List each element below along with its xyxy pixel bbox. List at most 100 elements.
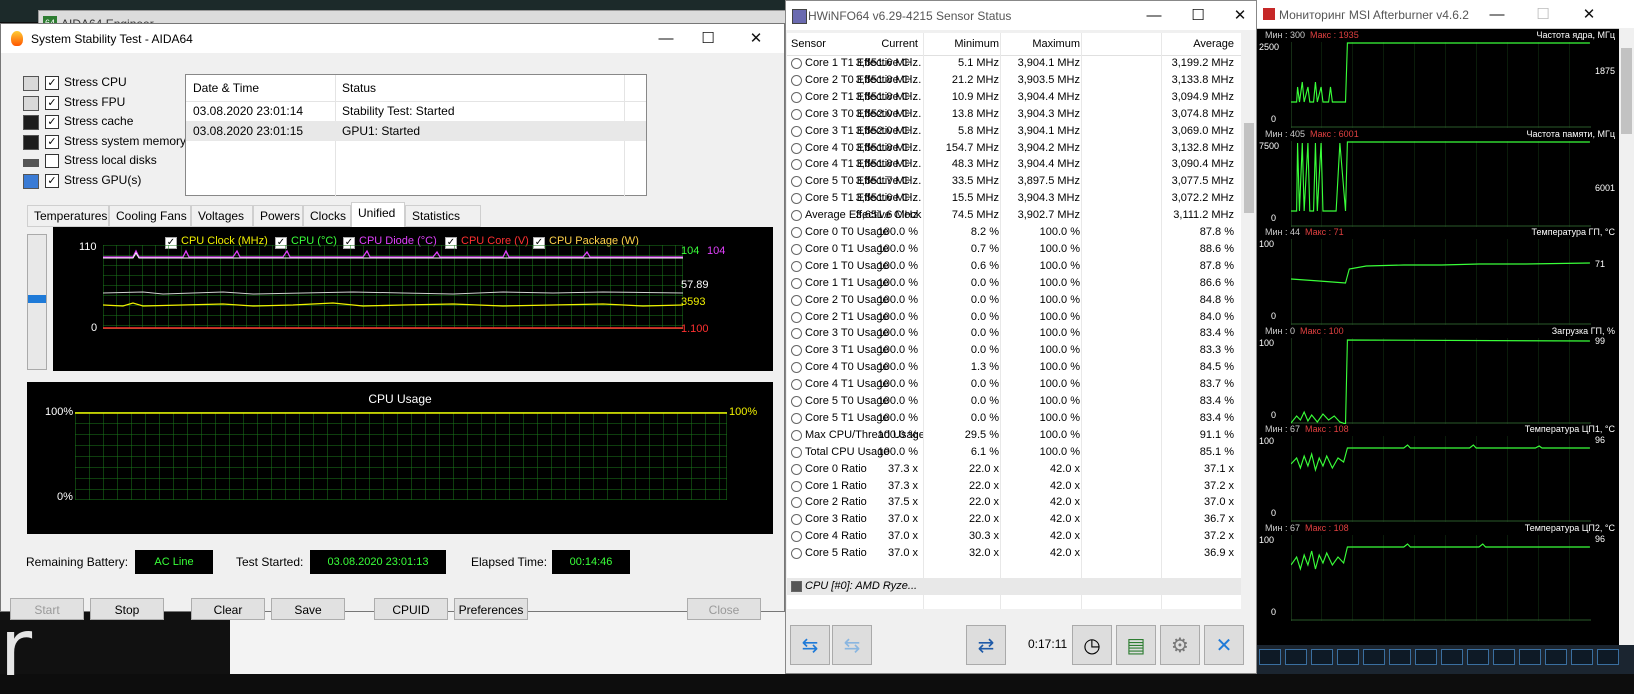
tab-temperatures[interactable]: Temperatures xyxy=(27,205,109,227)
sensor-row[interactable]: Core 1 T1 Effective Cl... 3,651.6 MHz 5.… xyxy=(787,55,1241,72)
log-row[interactable]: 03.08.2020 23:01:14 Stability Test: Star… xyxy=(186,101,646,121)
sensor-row[interactable]: Core 2 T0 Effective Cl... 3,651.8 MHz 21… xyxy=(787,72,1241,89)
close-window-button[interactable]: ✕ xyxy=(736,28,776,50)
sensor-scrollbar[interactable] xyxy=(1242,33,1256,609)
clock-icon[interactable]: ◷ xyxy=(1072,625,1112,665)
sensor-row[interactable]: Core 2 T1 Usage 100.0 % 0.0 % 100.0 % 84… xyxy=(787,309,1241,326)
stress-memory-option[interactable]: ✓ Stress system memory xyxy=(23,133,193,151)
header-sensor[interactable]: Sensor xyxy=(791,38,826,50)
stress-fpu-option[interactable]: ✓ Stress FPU xyxy=(23,94,193,112)
log-row[interactable]: 03.08.2020 23:01:15 GPU1: Started xyxy=(186,121,646,141)
tab-clocks[interactable]: Clocks xyxy=(303,205,351,227)
graph-title: Температура ЦП1, °С xyxy=(1524,424,1615,434)
sensor-row[interactable]: Total CPU Usage 100.0 % 6.1 % 100.0 % 85… xyxy=(787,444,1241,461)
status-log-table[interactable]: Date & Time Status 03.08.2020 23:01:14 S… xyxy=(185,74,647,197)
stress-cache-option[interactable]: ✓ Stress cache xyxy=(23,113,193,131)
stress-memory-checkbox[interactable]: ✓ xyxy=(45,135,59,149)
sensor-row[interactable]: Core 4 Ratio 37.0 x 30.3 x 42.0 x 37.2 x xyxy=(787,528,1241,545)
clear-button[interactable]: Clear xyxy=(191,598,265,620)
sensor-row[interactable]: Core 5 T0 Effective Cl... 3,651.7 MHz 33… xyxy=(787,173,1241,190)
stress-disks-option[interactable]: Stress local disks xyxy=(23,152,193,170)
network-icon[interactable]: ⇄ xyxy=(966,625,1006,665)
stop-button[interactable]: Stop xyxy=(90,598,164,620)
sensor-row[interactable]: Core 1 T0 Usage 100.0 % 0.6 % 100.0 % 87… xyxy=(787,258,1241,275)
background-window-area xyxy=(230,612,785,674)
maximize-button[interactable]: ☐ xyxy=(688,28,728,50)
minimize-button[interactable]: — xyxy=(646,28,686,50)
close-icon[interactable]: ✕ xyxy=(1204,625,1244,665)
sensor-row[interactable]: Core 5 Ratio 37.0 x 32.0 x 42.0 x 36.9 x xyxy=(787,545,1241,562)
sensor-row[interactable]: Core 3 T0 Usage 100.0 % 0.0 % 100.0 % 83… xyxy=(787,325,1241,342)
cpuid-button[interactable]: CPUID xyxy=(374,598,448,620)
afterburner-scrollbar[interactable] xyxy=(1619,28,1634,645)
sensor-row[interactable]: Core 3 T1 Usage 100.0 % 0.0 % 100.0 % 83… xyxy=(787,342,1241,359)
stress-fpu-checkbox[interactable]: ✓ xyxy=(45,96,59,110)
header-average[interactable]: Average xyxy=(1193,38,1234,50)
hwinfo-minimize-button[interactable]: — xyxy=(1134,5,1174,27)
afterburner-maximize-button[interactable]: ☐ xyxy=(1523,4,1563,26)
graph-plot xyxy=(1291,534,1591,621)
sensor-row[interactable]: Core 3 T1 Effective Cl... 3,652.0 MHz 5.… xyxy=(787,123,1241,140)
aida-title-bar[interactable]: System Stability Test - AIDA64 — ☐ ✕ xyxy=(1,24,784,53)
scrollbar-thumb[interactable] xyxy=(1244,123,1254,213)
header-minimum[interactable]: Minimum xyxy=(954,38,999,50)
stress-cpu-checkbox[interactable]: ✓ xyxy=(45,76,59,90)
sensor-row[interactable]: Average Effective Clock 3,651.6 MHz 74.5… xyxy=(787,207,1241,224)
tab-unified[interactable]: Unified xyxy=(351,202,405,228)
sensor-row[interactable]: Core 0 T1 Usage 100.0 % 0.7 % 100.0 % 88… xyxy=(787,241,1241,258)
report-icon[interactable]: ▤ xyxy=(1116,625,1156,665)
hwinfo-title-bar[interactable]: HWiNFO64 v6.29-4215 Sensor Status — ☐ ✕ xyxy=(786,1,1256,30)
prev-arrow-icon[interactable]: ⇆ xyxy=(790,625,830,665)
header-current[interactable]: Current xyxy=(881,38,918,50)
sensor-row[interactable]: Core 0 Ratio 37.3 x 22.0 x 42.0 x 37.1 x xyxy=(787,461,1241,478)
hwinfo-close-button[interactable]: ✕ xyxy=(1220,5,1260,27)
sensor-row[interactable]: Core 4 T1 Usage 100.0 % 0.0 % 100.0 % 83… xyxy=(787,376,1241,393)
sensor-row[interactable]: Core 2 Ratio 37.5 x 22.0 x 42.0 x 37.0 x xyxy=(787,494,1241,511)
sensor-row[interactable]: Core 4 T1 Effective Cl... 3,651.8 MHz 48… xyxy=(787,156,1241,173)
log-header-status[interactable]: Status xyxy=(342,81,376,95)
sensor-row[interactable]: Max CPU/Thread Usage 100.0 % 29.5 % 100.… xyxy=(787,427,1241,444)
sensor-minimum: 1.3 % xyxy=(970,361,999,374)
sensor-current: 37.0 x xyxy=(888,547,918,560)
sensor-row[interactable]: Core 1 Ratio 37.3 x 22.0 x 42.0 x 37.2 x xyxy=(787,478,1241,495)
tab-voltages[interactable]: Voltages xyxy=(191,205,253,227)
sensor-row[interactable]: Core 5 T1 Usage 100.0 % 0.0 % 100.0 % 83… xyxy=(787,410,1241,427)
log-header-datetime[interactable]: Date & Time xyxy=(193,81,259,95)
sensor-row[interactable]: Core 3 Ratio 37.0 x 22.0 x 42.0 x 36.7 x xyxy=(787,511,1241,528)
sensor-row[interactable]: Core 1 T1 Usage 100.0 % 0.0 % 100.0 % 86… xyxy=(787,275,1241,292)
sensor-row[interactable]: Core 5 T0 Usage 100.0 % 0.0 % 100.0 % 83… xyxy=(787,393,1241,410)
sensor-row[interactable]: Core 3 T0 Effective Cl... 3,652.0 MHz 13… xyxy=(787,106,1241,123)
close-button[interactable]: Close xyxy=(687,598,761,620)
afterburner-close-button[interactable]: ✕ xyxy=(1569,4,1609,26)
sensor-group-row[interactable]: CPU [#0]: AMD Ryze... xyxy=(787,578,1241,595)
sensor-row[interactable]: Core 0 T0 Usage 100.0 % 8.2 % 100.0 % 87… xyxy=(787,224,1241,241)
sensor-row[interactable]: Core 4 T0 Usage 100.0 % 1.3 % 100.0 % 84… xyxy=(787,359,1241,376)
stress-cache-checkbox[interactable]: ✓ xyxy=(45,115,59,129)
stress-cpu-option[interactable]: ✓ Stress CPU xyxy=(23,74,193,92)
next-arrow-icon[interactable]: ⇆ xyxy=(832,625,872,665)
sensor-row[interactable]: Core 4 T0 Effective Cl... 3,651.8 MHz 15… xyxy=(787,140,1241,157)
sensor-table[interactable]: Sensor Current Minimum Maximum Average C… xyxy=(787,33,1241,609)
start-button[interactable]: Start xyxy=(10,598,84,620)
afterburner-minimize-button[interactable]: — xyxy=(1477,4,1517,26)
settings-icon[interactable]: ⚙ xyxy=(1160,625,1200,665)
tab-cooling-fans[interactable]: Cooling Fans xyxy=(109,205,191,227)
tab-statistics[interactable]: Statistics xyxy=(405,205,481,227)
stress-gpu-option[interactable]: ✓ Stress GPU(s) xyxy=(23,172,193,190)
sensor-row[interactable]: Core 5 T1 Effective Cl... 3,651.6 MHz 15… xyxy=(787,190,1241,207)
hwinfo-app-icon xyxy=(792,9,807,24)
graph-slider[interactable] xyxy=(27,234,47,370)
tab-powers[interactable]: Powers xyxy=(253,205,303,227)
preferences-button[interactable]: Preferences xyxy=(454,598,528,620)
save-button[interactable]: Save xyxy=(271,598,345,620)
sensor-current: 3,651.8 MHz xyxy=(855,90,918,103)
sensor-minimum: 8.2 % xyxy=(970,226,999,238)
afterburner-scroll-thumb[interactable] xyxy=(1621,48,1632,134)
afterburner-title-bar[interactable]: Мониторинг MSI Afterburner v4.6.2 — ☐ ✕ xyxy=(1257,0,1634,29)
hwinfo-maximize-button[interactable]: ☐ xyxy=(1178,5,1218,27)
sensor-row[interactable]: Core 2 T1 Effective Cl... 3,651.8 MHz 10… xyxy=(787,89,1241,106)
sensor-row[interactable]: Core 2 T0 Usage 100.0 % 0.0 % 100.0 % 84… xyxy=(787,292,1241,309)
header-maximum[interactable]: Maximum xyxy=(1032,38,1080,50)
stress-gpu-checkbox[interactable]: ✓ xyxy=(45,174,59,188)
stress-disks-checkbox[interactable] xyxy=(45,154,59,168)
